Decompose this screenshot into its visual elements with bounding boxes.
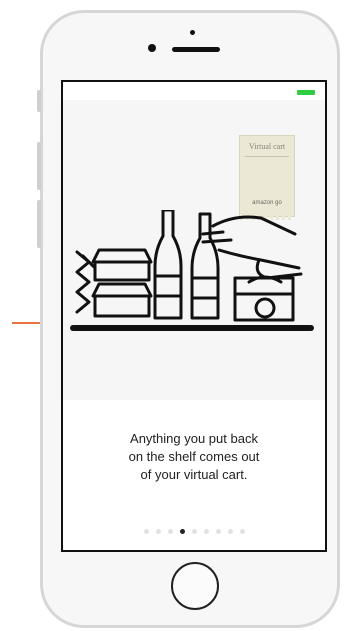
receipt-title: Virtual cart <box>248 142 286 151</box>
page-dot[interactable] <box>143 529 149 534</box>
box-icon <box>233 275 295 322</box>
mute-switch <box>37 90 41 112</box>
callout-pointer-line <box>12 322 42 324</box>
illustration: Virtual cart amazon go <box>63 100 325 400</box>
bottle-in-hand-icon <box>190 212 220 320</box>
page-dot[interactable] <box>155 529 161 534</box>
page-dot[interactable] <box>179 529 185 534</box>
phone-screen: Virtual cart amazon go Anything you put … <box>61 80 327 552</box>
volume-down-button <box>37 200 41 248</box>
earpiece-speaker <box>172 47 220 52</box>
page-dot[interactable] <box>191 529 197 534</box>
page-dot[interactable] <box>167 529 173 534</box>
battery-icon <box>297 90 315 95</box>
shelf-illustration <box>70 210 314 331</box>
food-containers-icon <box>75 248 153 318</box>
front-camera <box>148 44 156 52</box>
caption-line-3: of your virtual cart. <box>140 467 248 482</box>
volume-up-button <box>37 142 41 190</box>
caption-line-1: Anything you put back <box>130 431 258 446</box>
bottle-icon <box>153 210 183 320</box>
receipt-icon: Virtual cart amazon go <box>239 135 295 220</box>
caption-line-2: on the shelf comes out <box>128 449 260 464</box>
home-button[interactable] <box>171 562 219 610</box>
proximity-sensor <box>190 30 195 35</box>
page-dot[interactable] <box>227 529 233 534</box>
receipt-divider <box>245 156 289 157</box>
receipt-logo: amazon go <box>252 200 282 206</box>
onboarding-caption: Anything you put back on the shelf comes… <box>63 430 325 484</box>
page-dot[interactable] <box>215 529 221 534</box>
page-indicator[interactable] <box>63 529 325 534</box>
page-dot[interactable] <box>239 529 245 534</box>
page-dot[interactable] <box>203 529 209 534</box>
